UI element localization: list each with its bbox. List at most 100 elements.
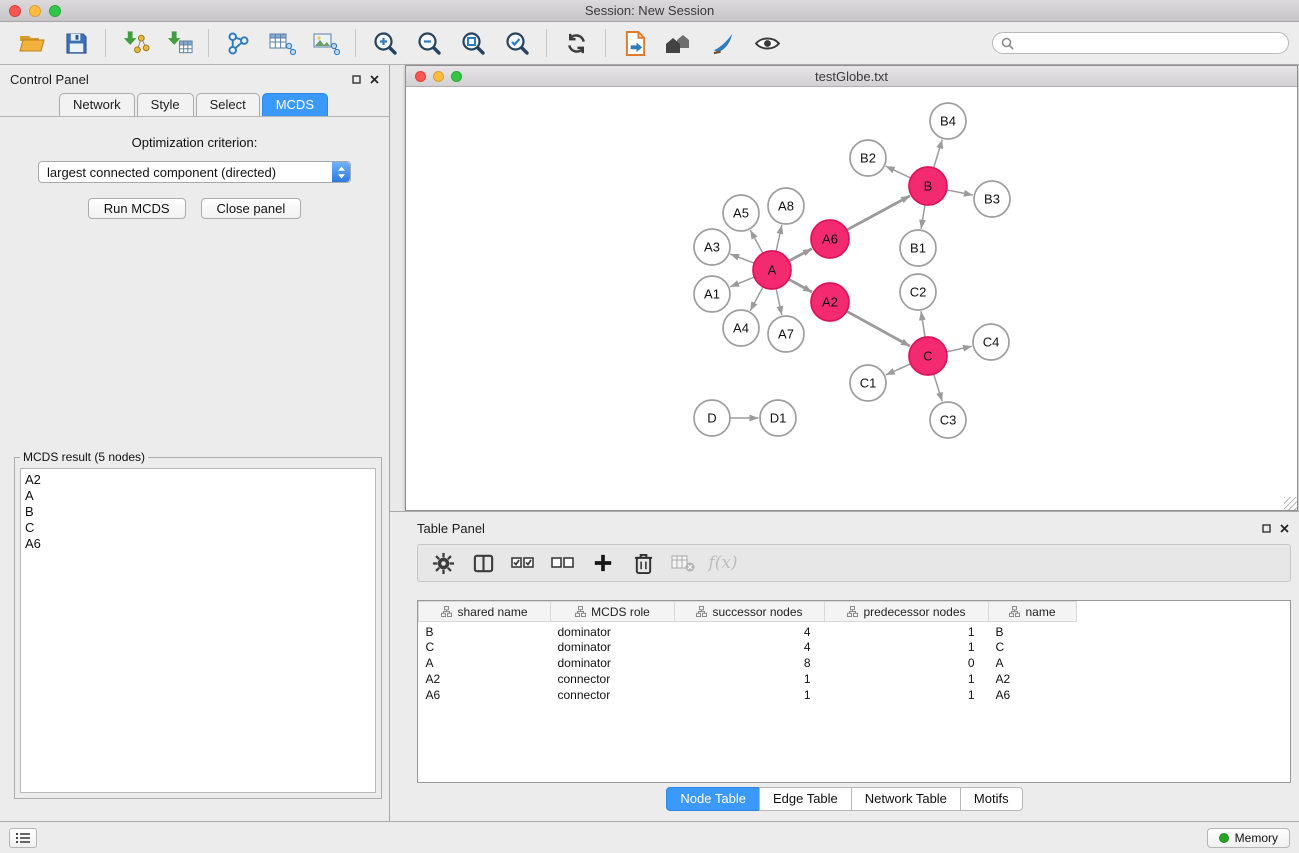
graph-edge-A-A5[interactable]	[750, 230, 763, 253]
graph-node-A[interactable]: A	[753, 251, 791, 289]
table-cell[interactable]: dominator	[551, 639, 675, 655]
graph-edge-B-B4[interactable]	[934, 140, 943, 168]
table-cell[interactable]: A6	[419, 687, 551, 703]
graph-edge-B-B3[interactable]	[947, 190, 973, 195]
table-cell[interactable]: 1	[825, 622, 989, 640]
memory-button[interactable]: Memory	[1207, 828, 1290, 848]
add-row-button[interactable]	[586, 547, 620, 579]
delete-table-button[interactable]	[666, 547, 700, 579]
graph-node-B[interactable]: B	[909, 167, 947, 205]
table-cell[interactable]: dominator	[551, 622, 675, 640]
graph-node-B3[interactable]: B3	[974, 181, 1010, 217]
table-tab-edge-table[interactable]: Edge Table	[759, 787, 852, 811]
zoom-fit-button[interactable]	[451, 25, 495, 61]
network-canvas[interactable]: B4B2BB3A5A8A6B1A3AC2A1A2A4A7C4CC1C3DD1	[406, 87, 1297, 510]
save-session-button[interactable]	[54, 25, 98, 61]
table-tab-motifs[interactable]: Motifs	[960, 787, 1023, 811]
zoom-out-button[interactable]	[407, 25, 451, 61]
close-table-panel-icon[interactable]	[1280, 524, 1289, 533]
float-panel-icon[interactable]	[352, 75, 361, 84]
close-window-button[interactable]	[9, 5, 21, 17]
graph-node-B2[interactable]: B2	[850, 140, 886, 176]
graph-node-C[interactable]: C	[909, 337, 947, 375]
show-hide-graphics-button[interactable]	[745, 25, 789, 61]
table-cell[interactable]: A	[419, 655, 551, 671]
graph-edge-C-C3[interactable]	[934, 374, 943, 401]
graph-edge-C-C4[interactable]	[947, 346, 973, 352]
graph-node-A4[interactable]: A4	[723, 310, 759, 346]
graph-node-C3[interactable]: C3	[930, 402, 966, 438]
zoom-in-button[interactable]	[363, 25, 407, 61]
function-builder-button[interactable]: f(x)	[706, 547, 740, 579]
column-header-predecessor-nodes[interactable]: predecessor nodes	[825, 602, 989, 622]
control-panel-tab-network[interactable]: Network	[59, 93, 135, 116]
table-tab-node-table[interactable]: Node Table	[666, 787, 760, 811]
optimization-criterion-select[interactable]: largest connected component (directed)	[38, 161, 351, 183]
table-cell[interactable]: 1	[675, 671, 825, 687]
graph-edge-B-B2[interactable]	[886, 166, 911, 178]
graph-edge-A-A1[interactable]	[730, 277, 754, 287]
mcds-result-item[interactable]: B	[25, 504, 371, 520]
graph-node-C2[interactable]: C2	[900, 274, 936, 310]
maximize-network-window-button[interactable]	[451, 71, 462, 82]
graph-edge-A-A3[interactable]	[730, 254, 754, 263]
import-network-button[interactable]	[113, 25, 157, 61]
export-image-button[interactable]	[304, 25, 348, 61]
graph-edge-A-A4[interactable]	[750, 287, 763, 311]
table-cell[interactable]: C	[989, 639, 1077, 655]
table-cell[interactable]: connector	[551, 671, 675, 687]
table-cell[interactable]: A2	[989, 671, 1077, 687]
resize-handle[interactable]	[1284, 497, 1297, 510]
graph-edge-B-B1[interactable]	[921, 205, 925, 229]
table-cell[interactable]: A2	[419, 671, 551, 687]
close-panel-icon[interactable]	[370, 75, 379, 84]
graph-edge-A-A8[interactable]	[776, 225, 782, 251]
float-table-panel-icon[interactable]	[1262, 524, 1271, 533]
table-cell[interactable]: 0	[825, 655, 989, 671]
control-panel-tab-mcds[interactable]: MCDS	[262, 93, 328, 116]
table-cell[interactable]: B	[419, 622, 551, 640]
graph-node-D[interactable]: D	[694, 400, 730, 436]
close-panel-button[interactable]: Close panel	[201, 198, 302, 219]
control-panel-tab-select[interactable]: Select	[196, 93, 260, 116]
graph-node-A1[interactable]: A1	[694, 276, 730, 312]
maximize-window-button[interactable]	[49, 5, 61, 17]
style-brush-button[interactable]	[701, 25, 745, 61]
table-settings-button[interactable]	[426, 547, 460, 579]
table-cell[interactable]: A	[989, 655, 1077, 671]
graph-edge-C-C2[interactable]	[921, 311, 925, 337]
mcds-result-item[interactable]: C	[25, 520, 371, 536]
table-cell[interactable]: 4	[675, 639, 825, 655]
column-header-mcds-role[interactable]: MCDS role	[551, 602, 675, 622]
document-action-button[interactable]	[613, 25, 657, 61]
table-cell[interactable]: 1	[825, 687, 989, 703]
delete-row-button[interactable]	[626, 547, 660, 579]
refresh-button[interactable]	[554, 25, 598, 61]
graph-node-A8[interactable]: A8	[768, 188, 804, 224]
graph-node-A7[interactable]: A7	[768, 316, 804, 352]
column-header-shared-name[interactable]: shared name	[419, 602, 551, 622]
graph-edge-C-C1[interactable]	[886, 364, 911, 375]
graph-node-C4[interactable]: C4	[973, 324, 1009, 360]
table-tab-network-table[interactable]: Network Table	[851, 787, 961, 811]
graph-edge-A-A7[interactable]	[776, 289, 782, 315]
mcds-result-item[interactable]: A	[25, 488, 371, 504]
column-header-name[interactable]: name	[989, 602, 1077, 622]
minimize-window-button[interactable]	[29, 5, 41, 17]
mcds-result-item[interactable]: A2	[25, 472, 371, 488]
graph-node-C1[interactable]: C1	[850, 365, 886, 401]
zoom-selected-button[interactable]	[495, 25, 539, 61]
column-header-successor-nodes[interactable]: successor nodes	[675, 602, 825, 622]
graph-node-B4[interactable]: B4	[930, 103, 966, 139]
select-all-button[interactable]	[506, 547, 540, 579]
graph-node-A6[interactable]: A6	[811, 220, 849, 258]
graph-node-A5[interactable]: A5	[723, 195, 759, 231]
task-history-button[interactable]	[9, 828, 37, 848]
table-cell[interactable]: A6	[989, 687, 1077, 703]
table-cell[interactable]: connector	[551, 687, 675, 703]
table-cell[interactable]: 1	[825, 671, 989, 687]
close-network-window-button[interactable]	[415, 71, 426, 82]
graph-node-A2[interactable]: A2	[811, 283, 849, 321]
graph-node-B1[interactable]: B1	[900, 230, 936, 266]
graph-node-A3[interactable]: A3	[694, 229, 730, 265]
